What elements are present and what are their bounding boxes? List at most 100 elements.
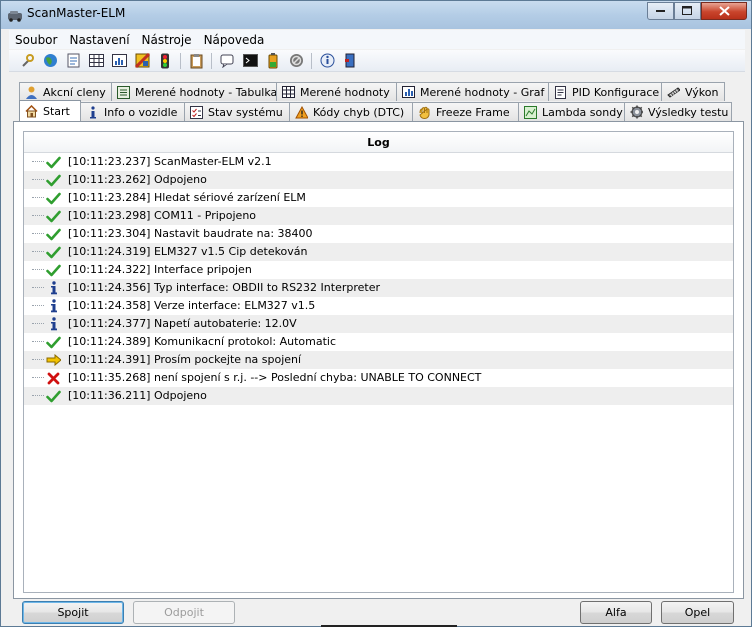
log-list[interactable]: Log [10:11:23.237] ScanMaster-ELM v2.1 [1… [23,131,734,593]
tab-merene-hodnoty[interactable]: Merené hodnoty [276,82,397,101]
globe-icon[interactable] [42,53,58,69]
terminal-icon[interactable] [242,53,258,69]
home-icon [25,104,38,118]
chat-icon[interactable] [219,53,235,69]
sensor-icon [524,105,537,119]
hand-icon [418,106,431,119]
main-window: ScanMaster-ELM Soubor Nastavení Nástroje… [0,0,752,627]
log-entry[interactable]: [10:11:24.358] Verze interface: ELM327 v… [24,297,733,315]
log-entry[interactable]: [10:11:24.356] Typ interface: OBDII to R… [24,279,733,297]
gear-icon [630,105,643,119]
tab-label: Výkon [685,85,719,99]
log-entry[interactable]: [10:11:24.377] Napetí autobaterie: 12.0V [24,315,733,333]
tree-connector [32,395,44,396]
tree-connector [32,179,44,180]
table-icon[interactable] [88,53,104,69]
disconnect-button[interactable]: Odpojit [133,601,235,624]
log-entry[interactable]: [10:11:23.284] Hledat sériové zarízení E… [24,189,733,207]
check-icon [46,263,61,277]
tab-akcni-cleny[interactable]: Akcní cleny [19,82,112,101]
warning-icon [295,105,308,119]
log-entry[interactable]: [10:11:35.268] není spojení s r.j. --> P… [24,369,733,387]
list-icon [117,85,130,99]
tree-connector [32,197,44,198]
check-icon [46,173,61,187]
check-icon [46,389,61,403]
toolbar-separator [311,52,312,69]
tab-lambda-sondy[interactable]: Lambda sondy [518,102,625,121]
tab-label: Výsledky testu [648,105,729,119]
log-entry-text: [10:11:23.298] COM11 - Pripojeno [68,209,257,222]
flag-icon[interactable] [134,53,150,69]
tab-vykon[interactable]: Výkon [661,82,725,101]
log-entry[interactable]: [10:11:24.322] Interface pripojen [24,261,733,279]
menu-napoveda[interactable]: Nápoveda [198,33,271,47]
check-icon [46,227,61,241]
menu-soubor[interactable]: Soubor [9,33,63,47]
info-icon [86,105,99,119]
log-rows: [10:11:23.237] ScanMaster-ELM v2.1 [10:11… [24,153,733,405]
start-tab-panel: Log [10:11:23.237] ScanMaster-ELM v2.1 [1… [13,121,744,599]
tree-connector [32,341,44,342]
info-icon[interactable] [319,53,335,69]
check-icon [46,245,61,259]
log-entry-text: [10:11:23.284] Hledat sériové zarízení E… [68,191,306,204]
menu-nastaveni[interactable]: Nastavení [63,33,135,47]
document-icon[interactable] [65,53,81,69]
log-entry[interactable]: [10:11:23.237] ScanMaster-ELM v2.1 [24,153,733,171]
person-icon [25,86,38,99]
grid-icon [282,86,295,99]
tab-label: PID Konfigurace [572,85,660,99]
close-button[interactable] [701,2,747,20]
menu-nastroje[interactable]: Nástroje [136,33,198,47]
log-entry[interactable]: [10:11:23.262] Odpojeno [24,171,733,189]
error-x-icon [46,371,61,385]
battery-icon[interactable] [265,52,281,69]
page-icon [554,85,567,99]
log-entry[interactable]: [10:11:23.298] COM11 - Pripojeno [24,207,733,225]
tab-label: Merené hodnoty - Tabulka [135,85,277,99]
tab-pid-konfigurace[interactable]: PID Konfigurace [548,82,662,101]
clipboard-icon[interactable] [188,53,204,69]
exit-icon[interactable] [342,53,358,69]
tab-stav-systemu[interactable]: Stav systému [184,102,290,121]
tab-merene-hodnoty-graf[interactable]: Merené hodnoty - Graf [396,82,549,101]
quit-button[interactable]: Opel [661,601,734,624]
tab-label: Start [43,104,70,118]
log-entry[interactable]: [10:11:24.319] ELM327 v1.5 Cip detekován [24,243,733,261]
tab-label: Freeze Frame [436,105,510,119]
tree-connector [32,305,44,306]
chart-icon [402,86,415,99]
tab-info-o-vozidle[interactable]: Info o vozidle [80,102,185,121]
log-entry-text: [10:11:23.262] Odpojeno [68,173,207,186]
tab-label: Stav systému [208,105,283,119]
log-entry[interactable]: [10:11:36.211] Odpojeno [24,387,733,405]
tab-merene-hodnoty-tabulka[interactable]: Merené hodnoty - Tabulka [111,82,277,101]
tree-connector [32,323,44,324]
graph-icon[interactable] [111,53,127,69]
log-entry-text: [10:11:24.389] Komunikacní protokol: Aut… [68,335,336,348]
maximize-button[interactable] [674,2,701,20]
tab-kody-chyb-dtc[interactable]: Kódy chyb (DTC) [289,102,413,121]
tab-start[interactable]: Start [19,100,81,121]
alfa-button[interactable]: Alfa [580,601,652,624]
log-entry[interactable]: [10:11:24.391] Prosím pockejte na spojen… [24,351,733,369]
app-icon [7,8,23,22]
minimize-button[interactable] [647,2,674,20]
menu-bar: Soubor Nastavení Nástroje Nápoveda [9,30,745,49]
wrench-icon[interactable] [19,53,35,69]
log-entry[interactable]: [10:11:23.304] Nastavit baudrate na: 384… [24,225,733,243]
info-icon [46,317,61,331]
disabled-icon[interactable] [288,53,304,69]
traffic-light-icon[interactable] [157,53,173,69]
tab-label: Kódy chyb (DTC) [313,105,405,119]
tab-vysledky-testu[interactable]: Výsledky testu [624,102,732,121]
title-bar[interactable]: ScanMaster-ELM [1,1,751,29]
tab-label: Lambda sondy [542,105,623,119]
log-header: Log [24,132,733,153]
connect-button[interactable]: Spojit [22,601,124,624]
tab-label: Merené hodnoty - Graf [420,85,545,99]
log-entry[interactable]: [10:11:24.389] Komunikacní protokol: Aut… [24,333,733,351]
tab-label: Merené hodnoty [300,85,390,99]
tab-freeze-frame[interactable]: Freeze Frame [412,102,519,121]
